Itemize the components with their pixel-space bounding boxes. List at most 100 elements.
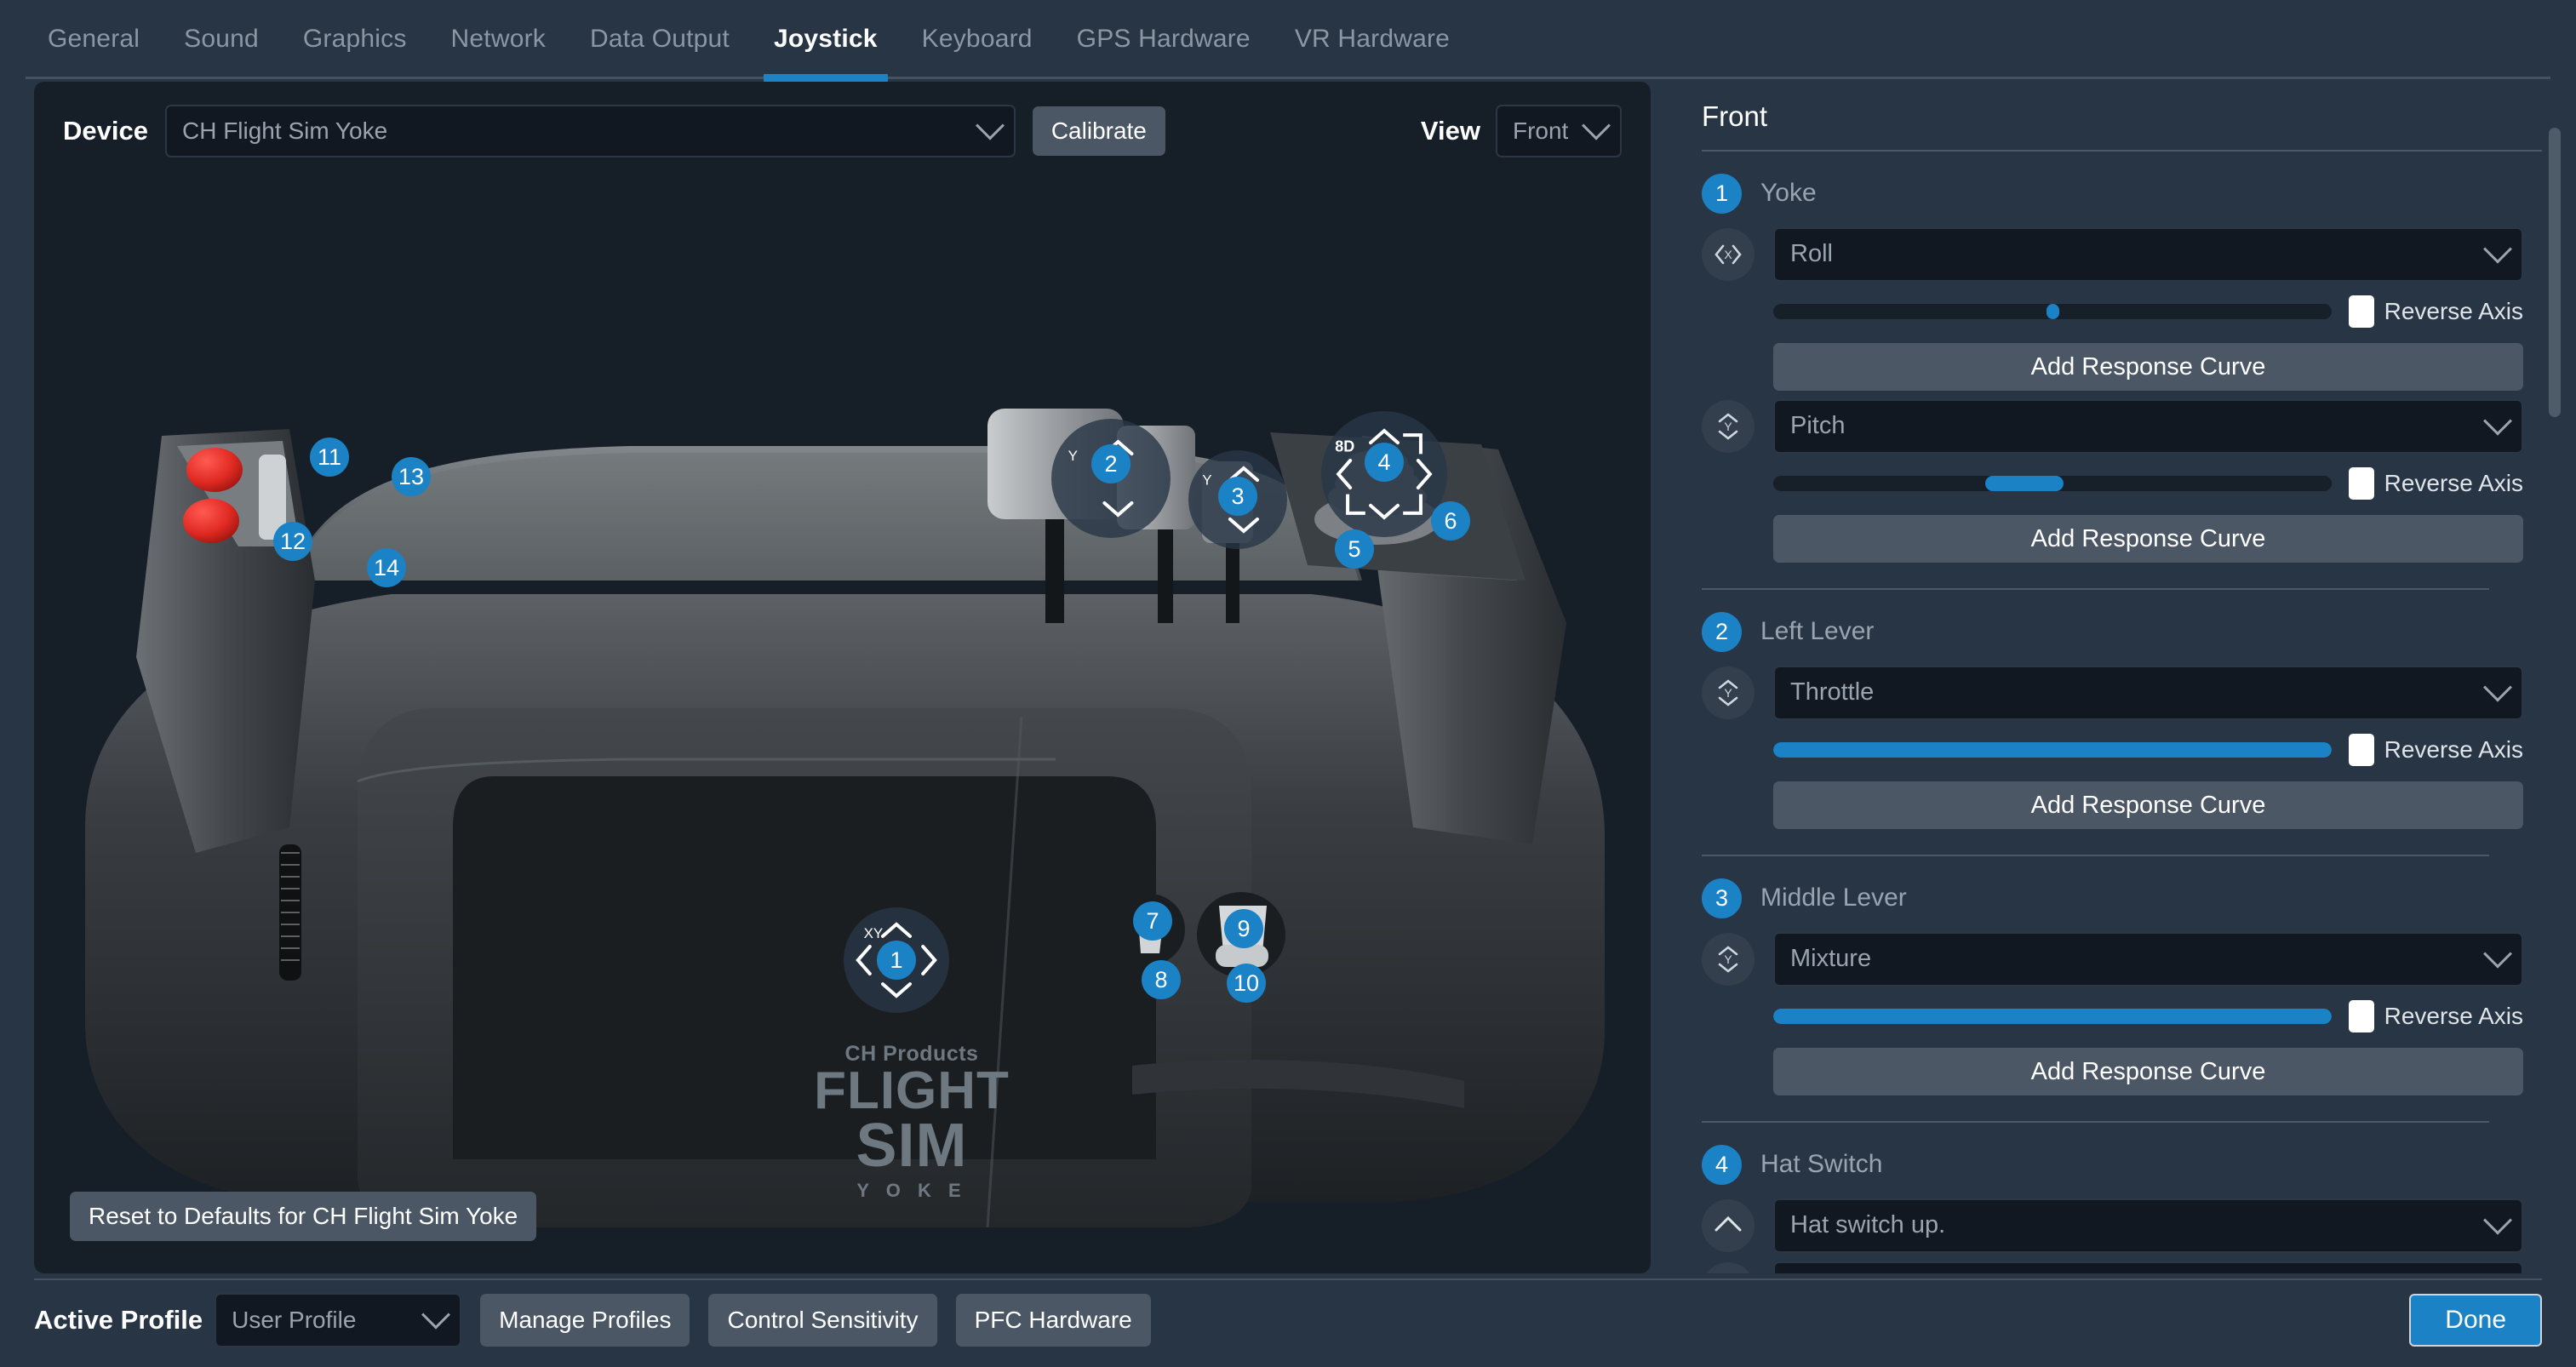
- binding-select-value: Throttle: [1790, 678, 1875, 706]
- device-marker-2[interactable]: 2: [1091, 444, 1131, 483]
- binding-select[interactable]: Pitch: [1773, 398, 2523, 454]
- binding-row: Y Mixture: [1686, 924, 2523, 987]
- response-curve-row: Add Response Curve: [1686, 328, 2523, 391]
- device-marker-6[interactable]: 6: [1431, 501, 1470, 541]
- reverse-axis-label: Reverse Axis: [2384, 297, 2523, 324]
- device-select[interactable]: CH Flight Sim Yoke: [164, 105, 1016, 157]
- group-number-badge: 4: [1702, 1144, 1742, 1185]
- device-marker-4[interactable]: 4: [1365, 443, 1404, 482]
- group-number-badge: 1: [1702, 173, 1742, 214]
- binding-row: Y Pitch: [1686, 391, 2523, 454]
- property-group-middle-lever: 3 Middle Lever Y Mixture Reverse Axis Add Res…: [1686, 856, 2523, 1123]
- device-marker-12[interactable]: 12: [273, 522, 312, 561]
- active-profile-label: Active Profile: [34, 1305, 203, 1335]
- binding-select[interactable]: Hat switch up + right.: [1773, 1261, 2523, 1273]
- device-marker-9[interactable]: 9: [1224, 909, 1263, 948]
- chevron-down-icon: [1582, 111, 1611, 140]
- reverse-axis-checkbox[interactable]: [2348, 466, 2374, 500]
- device-label: Device: [63, 116, 148, 146]
- binding-select[interactable]: Roll: [1773, 226, 2523, 282]
- device-marker-11[interactable]: 11: [310, 438, 349, 477]
- device-select-value: CH Flight Sim Yoke: [181, 117, 388, 144]
- view-select[interactable]: Front: [1495, 105, 1622, 157]
- axis-y-icon: Y: [1702, 399, 1755, 453]
- binding-row: Y Throttle: [1686, 657, 2523, 720]
- chevron-down-icon: [2483, 1205, 2512, 1235]
- tab-graphics[interactable]: Graphics: [281, 0, 429, 82]
- binding-select-value: Hat switch up.: [1790, 1211, 1946, 1239]
- tab-network[interactable]: Network: [429, 0, 568, 82]
- axis-value-meter-wrap: [1702, 1008, 2332, 1024]
- svg-text:Y: Y: [1724, 952, 1732, 966]
- tab-data-output[interactable]: Data Output: [568, 0, 752, 82]
- chevron-down-icon: [975, 111, 1005, 140]
- properties-scrollbar[interactable]: [2549, 102, 2561, 1265]
- reset-to-defaults-button[interactable]: Reset to Defaults for CH Flight Sim Yoke: [70, 1192, 537, 1241]
- reverse-axis-label: Reverse Axis: [2384, 469, 2523, 496]
- axis-value-meter: [1773, 303, 2332, 319]
- device-marker-7[interactable]: 7: [1133, 901, 1172, 941]
- add-response-curve-button[interactable]: Add Response Curve: [1773, 1047, 2523, 1095]
- device-marker-8[interactable]: 8: [1142, 960, 1181, 999]
- tab-sound[interactable]: Sound: [162, 0, 281, 82]
- tab-keyboard[interactable]: Keyboard: [900, 0, 1055, 82]
- device-marker-10[interactable]: 10: [1227, 964, 1266, 1003]
- property-group-left-lever: 2 Left Lever Y Throttle Reverse Axis Add Resp…: [1686, 590, 2523, 856]
- axis-value-row: Reverse Axis: [1686, 720, 2523, 766]
- svg-text:X: X: [1724, 248, 1732, 261]
- device-marker-14[interactable]: 14: [367, 548, 406, 587]
- tab-gps-hardware[interactable]: GPS Hardware: [1055, 0, 1273, 82]
- joystick-settings-window: General Sound Graphics Network Data Output Jo…: [0, 0, 2576, 1367]
- device-image-stage: CH Products FLIGHT SIM Y O K E XY Y Y 8D 12…: [34, 180, 1651, 1273]
- property-group-yoke: 1 Yoke X Roll Reverse Axis Add Response Curve…: [1686, 152, 2523, 590]
- device-marker-13[interactable]: 13: [392, 457, 431, 496]
- device-panel: Device CH Flight Sim Yoke Calibrate View…: [34, 82, 1651, 1273]
- active-profile-select[interactable]: User Profile: [215, 1293, 462, 1347]
- device-toolbar: Device CH Flight Sim Yoke Calibrate View…: [34, 82, 1651, 180]
- chevron-down-icon: [421, 1300, 451, 1330]
- pfc-hardware-button[interactable]: PFC Hardware: [955, 1294, 1151, 1347]
- binding-select[interactable]: Mixture: [1773, 931, 2523, 987]
- group-number-badge: 3: [1702, 878, 1742, 918]
- device-marker-3[interactable]: 3: [1218, 477, 1257, 516]
- binding-select[interactable]: Hat switch up.: [1773, 1198, 2523, 1253]
- properties-pane: Front 1 Yoke X Roll Reverse Axis Add Response…: [1671, 82, 2576, 1273]
- axis-value-meter-wrap: [1702, 475, 2332, 491]
- reverse-axis-label: Reverse Axis: [2384, 735, 2523, 763]
- tab-vr-hardware[interactable]: VR Hardware: [1273, 0, 1472, 82]
- hat-up-icon: [1702, 1198, 1755, 1252]
- view-select-value: Front: [1512, 117, 1569, 144]
- group-title: Left Lever: [1760, 617, 1875, 646]
- axis-value-row: Reverse Axis: [1686, 282, 2523, 328]
- response-curve-row: Add Response Curve: [1686, 766, 2523, 829]
- binding-select-value: Pitch: [1790, 412, 1846, 440]
- properties-scrollbar-thumb[interactable]: [2549, 128, 2561, 417]
- tab-joystick[interactable]: Joystick: [752, 0, 900, 82]
- add-response-curve-button[interactable]: Add Response Curve: [1773, 514, 2523, 563]
- device-marker-1[interactable]: 1: [877, 941, 916, 980]
- binding-select-value: Roll: [1790, 240, 1833, 268]
- ch-flight-sim-yoke-image: [85, 409, 1605, 1228]
- active-profile-value: User Profile: [232, 1307, 357, 1333]
- device-marker-5[interactable]: 5: [1335, 529, 1374, 569]
- reverse-axis-checkbox[interactable]: [2348, 295, 2374, 328]
- binding-row: Hat switch up + right.: [1686, 1253, 2523, 1273]
- axis-value-meter-wrap: [1702, 741, 2332, 758]
- group-title: Yoke: [1760, 179, 1817, 208]
- reverse-axis-checkbox[interactable]: [2348, 733, 2374, 766]
- calibrate-button[interactable]: Calibrate: [1032, 106, 1165, 156]
- add-response-curve-button[interactable]: Add Response Curve: [1773, 342, 2523, 391]
- manage-profiles-button[interactable]: Manage Profiles: [480, 1294, 690, 1347]
- group-header: 4 Hat Switch: [1686, 1123, 2523, 1190]
- response-curve-row: Add Response Curve: [1686, 1032, 2523, 1095]
- group-title: Hat Switch: [1760, 1150, 1883, 1179]
- add-response-curve-button[interactable]: Add Response Curve: [1773, 781, 2523, 829]
- tab-general[interactable]: General: [26, 0, 162, 82]
- done-button[interactable]: Done: [2409, 1294, 2542, 1347]
- control-sensitivity-button[interactable]: Control Sensitivity: [708, 1294, 937, 1347]
- axis-y-icon: Y: [1702, 932, 1755, 986]
- properties-scroll-area[interactable]: 1 Yoke X Roll Reverse Axis Add Response Curve…: [1686, 152, 2576, 1273]
- binding-select[interactable]: Throttle: [1773, 665, 2523, 720]
- settings-body: Device CH Flight Sim Yoke Calibrate View…: [0, 82, 2576, 1273]
- reverse-axis-checkbox[interactable]: [2348, 999, 2374, 1032]
